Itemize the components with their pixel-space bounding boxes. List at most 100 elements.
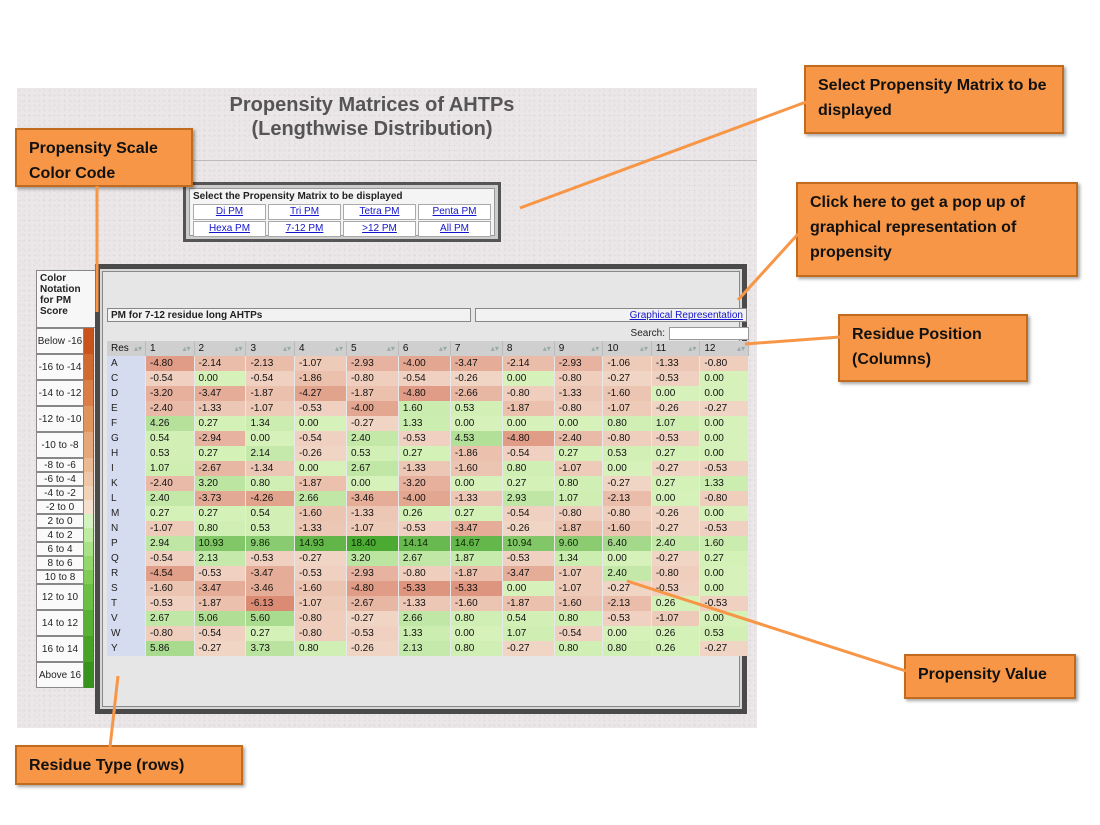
propensity-value-cell: 0.53	[699, 626, 749, 641]
column-header-position[interactable]: 1 ▴▾	[145, 341, 195, 356]
sort-arrows-icon[interactable]: ▴▾	[491, 341, 499, 356]
sort-arrows-icon[interactable]: ▴▾	[183, 341, 191, 356]
propensity-value-cell: -0.80	[602, 506, 652, 521]
over-12-pm-link[interactable]: >12 PM	[362, 223, 397, 234]
graphical-representation-link[interactable]: Graphical Representation	[630, 310, 743, 321]
legend-label: 14 to 12	[36, 610, 84, 636]
legend-swatch	[84, 458, 94, 472]
propensity-value-cell: 0.00	[602, 626, 652, 641]
column-header-position[interactable]: 6 ▴▾	[398, 341, 451, 356]
propensity-value-cell: -0.26	[294, 446, 347, 461]
residue-cell: C	[107, 371, 146, 386]
propensity-value-cell: 0.00	[699, 566, 749, 581]
propensity-value-cell: -2.40	[145, 401, 195, 416]
legend-swatch	[84, 354, 94, 380]
table-row: E -2.40 -1.33 -1.07 -0.53 -4.00 1.60 0.53 -1.87-…	[107, 401, 749, 416]
propensity-value-cell: 0.00	[699, 446, 749, 461]
propensity-value-cell: 3.20	[194, 476, 247, 491]
legend-swatch	[84, 406, 94, 432]
sort-arrows-icon[interactable]: ▴▾	[283, 341, 291, 356]
propensity-value-cell: -0.27	[346, 611, 399, 626]
propensity-value-cell: 0.00	[450, 416, 503, 431]
propensity-value-cell: 4.53	[450, 431, 503, 446]
penta-pm-link[interactable]: Penta PM	[433, 206, 477, 217]
propensity-value-cell: -1.60	[294, 506, 347, 521]
residue-cell: L	[107, 491, 146, 506]
sort-arrows-icon[interactable]: ▴▾	[543, 341, 551, 356]
sort-arrows-icon[interactable]: ▴▾	[234, 341, 242, 356]
column-header-label: 12	[704, 343, 716, 354]
column-header-position[interactable]: 11 ▴▾	[651, 341, 701, 356]
sort-arrows-icon[interactable]: ▴▾	[640, 341, 648, 356]
column-header-position[interactable]: 12 ▴▾	[699, 341, 749, 356]
propensity-value-cell: -1.87	[502, 596, 555, 611]
propensity-value-cell: -0.26	[450, 371, 503, 386]
column-header-position[interactable]: 7 ▴▾	[450, 341, 503, 356]
all-pm-link[interactable]: All PM	[440, 223, 469, 234]
legend-swatch	[84, 556, 94, 570]
column-header-position[interactable]: 4 ▴▾	[294, 341, 347, 356]
propensity-value-cell: 0.26	[398, 506, 451, 521]
legend-row: -16 to -14	[36, 354, 96, 380]
propensity-value-cell: 6.40	[602, 536, 652, 551]
column-header-position[interactable]: 9 ▴▾	[554, 341, 604, 356]
propensity-value-cell: -0.27	[699, 641, 749, 656]
residue-cell: R	[107, 566, 146, 581]
propensity-value-cell: -0.26	[346, 641, 399, 656]
sort-arrows-icon[interactable]: ▴▾	[737, 341, 745, 356]
sort-arrows-icon[interactable]: ▴▾	[439, 341, 447, 356]
propensity-value-cell: -0.54	[554, 626, 604, 641]
sort-arrows-icon[interactable]: ▴▾	[591, 341, 599, 356]
sort-arrows-icon[interactable]: ▴▾	[387, 341, 395, 356]
propensity-value-cell: 0.26	[651, 626, 701, 641]
column-header-label: 8	[506, 343, 513, 354]
selector-row-2: Hexa PM 7-12 PM >12 PM All PM	[193, 221, 491, 237]
hexa-pm-link[interactable]: Hexa PM	[209, 223, 250, 234]
column-header-position[interactable]: 2 ▴▾	[194, 341, 247, 356]
propensity-value-cell: -0.53	[699, 461, 749, 476]
residue-cell: M	[107, 506, 146, 521]
column-header-position[interactable]: 10 ▴▾	[602, 341, 652, 356]
residue-cell: T	[107, 596, 146, 611]
legend-label: 2 to 0	[36, 514, 84, 528]
di-pm-link[interactable]: Di PM	[216, 206, 243, 217]
propensity-value-cell: 1.87	[450, 551, 503, 566]
legend-swatch	[84, 432, 94, 458]
propensity-value-cell: 0.00	[294, 461, 347, 476]
propensity-value-cell: -2.66	[450, 386, 503, 401]
legend-label: 6 to 4	[36, 542, 84, 556]
table-row: Q -0.54 2.13 -0.53 -0.27 3.20 2.67 1.87 -0.53 1.3…	[107, 551, 749, 566]
tetra-pm-link[interactable]: Tetra PM	[359, 206, 399, 217]
propensity-value-cell: 0.00	[651, 491, 701, 506]
legend-label: -2 to 0	[36, 500, 84, 514]
callout-select-matrix: Select Propensity Matrix to be displayed	[804, 65, 1064, 134]
column-header-res[interactable]: Res ▴▾	[107, 341, 146, 356]
propensity-value-cell: 0.80	[294, 641, 347, 656]
propensity-value-cell: -1.60	[294, 581, 347, 596]
propensity-value-cell: -0.53	[245, 551, 296, 566]
propensity-value-cell: -2.13	[602, 596, 652, 611]
legend-swatch	[84, 514, 94, 528]
column-header-position[interactable]: 8 ▴▾	[502, 341, 555, 356]
propensity-value-cell: 1.33	[398, 416, 451, 431]
7-12-pm-link[interactable]: 7-12 PM	[286, 223, 324, 234]
propensity-value-cell: -4.80	[502, 431, 555, 446]
sort-arrows-icon[interactable]: ▴▾	[335, 341, 343, 356]
tri-pm-link[interactable]: Tri PM	[290, 206, 319, 217]
propensity-value-cell: 0.27	[651, 446, 701, 461]
table-row: F 4.26 0.27 1.34 0.00 -0.27 1.33 0.00 0.00 0.00 0.…	[107, 416, 749, 431]
legend-label: 16 to 14	[36, 636, 84, 662]
sort-arrows-icon[interactable]: ▴▾	[134, 341, 142, 356]
propensity-value-cell: -1.60	[450, 596, 503, 611]
propensity-value-cell: -2.93	[346, 356, 399, 371]
propensity-value-cell: 1.34	[554, 551, 604, 566]
column-header-position[interactable]: 5 ▴▾	[346, 341, 399, 356]
residue-cell: G	[107, 431, 146, 446]
column-header-position[interactable]: 3 ▴▾	[245, 341, 296, 356]
table-row: L 2.40 -3.73 -4.26 2.66 -3.46 -4.00 -1.33 2.93 1.…	[107, 491, 749, 506]
sort-arrows-icon[interactable]: ▴▾	[688, 341, 696, 356]
legend-row: 16 to 14	[36, 636, 96, 662]
search-input[interactable]	[669, 327, 749, 340]
residue-cell: W	[107, 626, 146, 641]
propensity-value-cell: -2.14	[502, 356, 555, 371]
